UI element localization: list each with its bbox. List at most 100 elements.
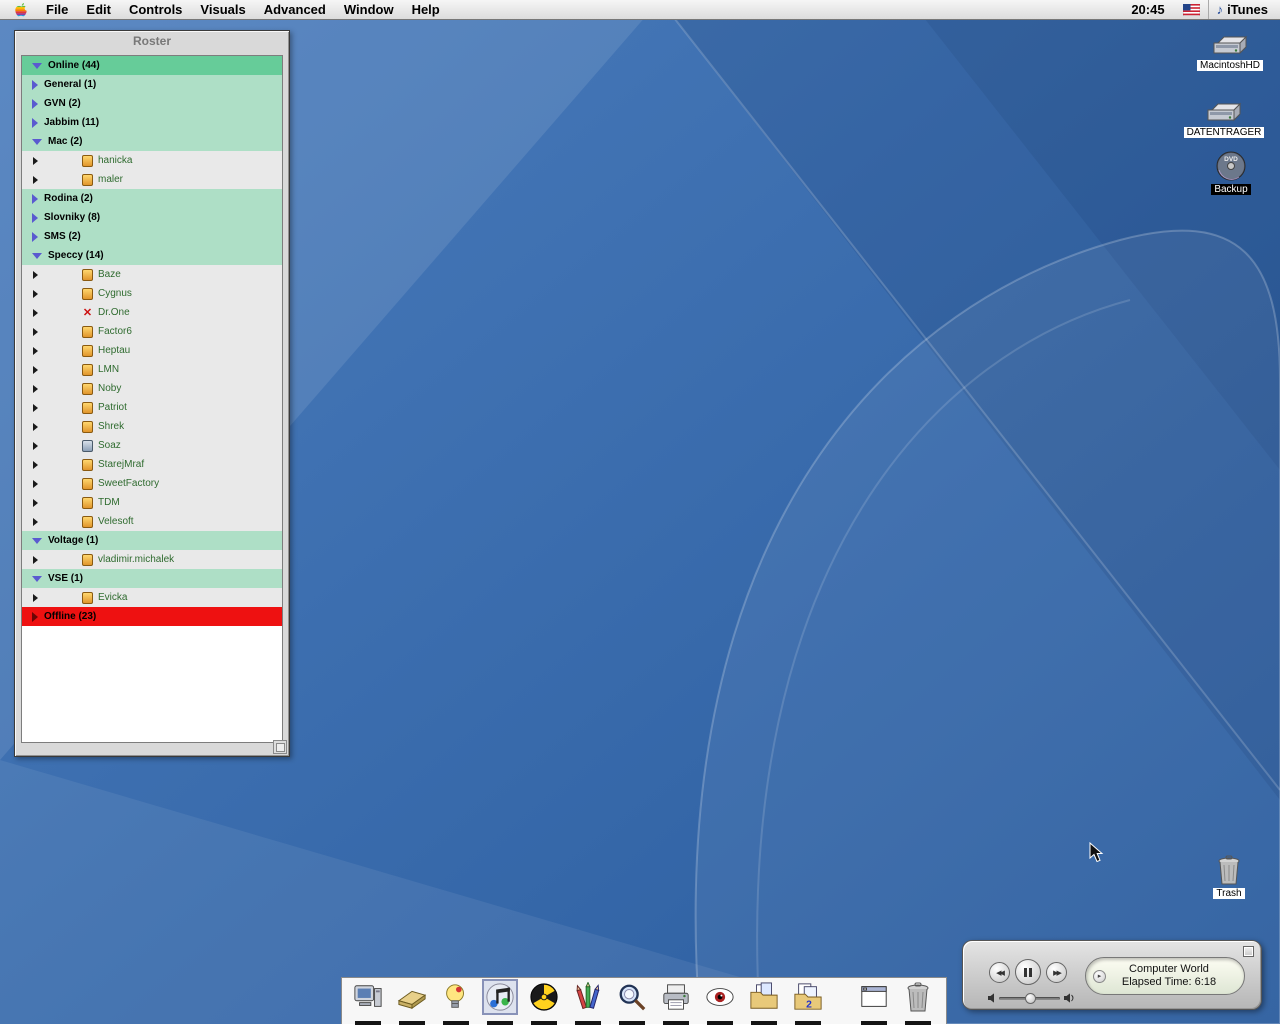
roster-window[interactable]: Roster Online (44)General (1)GVN (2)Jabb… xyxy=(14,30,290,757)
expand-arrow-icon[interactable] xyxy=(33,271,38,279)
contact-row-factor6[interactable]: Factor6 xyxy=(22,322,282,341)
group-row-mac-2[interactable]: Mac (2) xyxy=(22,132,282,151)
expand-arrow-icon[interactable] xyxy=(33,366,38,374)
contact-row-noby[interactable]: Noby xyxy=(22,379,282,398)
expand-arrow-icon[interactable] xyxy=(33,442,38,450)
contact-row-lmn[interactable]: LMN xyxy=(22,360,282,379)
group-row-general-1[interactable]: General (1) xyxy=(22,75,282,94)
contact-row-tdm[interactable]: TDM xyxy=(22,493,282,512)
expand-arrow-icon[interactable] xyxy=(32,80,38,90)
pause-button[interactable] xyxy=(1015,959,1041,985)
collapse-arrow-icon[interactable] xyxy=(32,139,42,145)
collapse-arrow-icon[interactable] xyxy=(32,576,42,582)
application-menu[interactable]: ♪ iTunes xyxy=(1208,0,1280,19)
menu-window[interactable]: Window xyxy=(335,0,403,20)
expand-arrow-icon[interactable] xyxy=(33,347,38,355)
launcher-item-documents-folder[interactable] xyxy=(742,980,786,1025)
launcher-item-computer[interactable] xyxy=(346,980,390,1025)
expand-arrow-icon[interactable] xyxy=(33,157,38,165)
menu-advanced[interactable]: Advanced xyxy=(255,0,335,20)
group-row-online-44[interactable]: Online (44) xyxy=(22,56,282,75)
group-row-speccy-14[interactable]: Speccy (14) xyxy=(22,246,282,265)
menu-file[interactable]: File xyxy=(37,0,77,20)
volume-slider-thumb[interactable] xyxy=(1025,993,1036,1004)
volume-slider[interactable] xyxy=(999,997,1060,1000)
launcher-item-eye[interactable] xyxy=(698,980,742,1025)
menu-visuals[interactable]: Visuals xyxy=(191,0,254,20)
resize-grip[interactable] xyxy=(273,740,287,754)
group-row-vse-1[interactable]: VSE (1) xyxy=(22,569,282,588)
group-row-rodina-2[interactable]: Rodina (2) xyxy=(22,189,282,208)
group-row-jabbim-11[interactable]: Jabbim (11) xyxy=(22,113,282,132)
expand-arrow-icon[interactable] xyxy=(33,499,38,507)
menu-help[interactable]: Help xyxy=(403,0,449,20)
desktop-icon-backup[interactable]: DVDBackup xyxy=(1190,150,1272,195)
expand-arrow-icon[interactable] xyxy=(33,328,38,336)
contact-row-velesoft[interactable]: Velesoft xyxy=(22,512,282,531)
contact-row-maler[interactable]: maler xyxy=(22,170,282,189)
expand-arrow-icon[interactable] xyxy=(32,99,38,109)
launcher-item-toxic-disc[interactable] xyxy=(522,980,566,1025)
group-row-offline-23[interactable]: Offline (23) xyxy=(22,607,282,626)
expand-arrow-icon[interactable] xyxy=(32,194,38,204)
contact-row-patriot[interactable]: Patriot xyxy=(22,398,282,417)
jabber-status-icon xyxy=(82,155,93,167)
contact-row-shrek[interactable]: Shrek xyxy=(22,417,282,436)
expand-arrow-icon[interactable] xyxy=(33,423,38,431)
menu-clock[interactable]: 20:45 xyxy=(1121,2,1174,17)
expand-arrow-icon[interactable] xyxy=(33,594,38,602)
desktop-icon-macintoshhd[interactable]: MacintoshHD xyxy=(1189,34,1271,71)
expand-arrow-icon[interactable] xyxy=(33,518,38,526)
launcher-item-pencils[interactable] xyxy=(566,980,610,1025)
contact-row-evicka[interactable]: Evicka xyxy=(22,588,282,607)
collapse-box[interactable] xyxy=(1243,946,1254,957)
expand-arrow-icon[interactable] xyxy=(33,176,38,184)
expand-arrow-icon[interactable] xyxy=(33,290,38,298)
contact-row-baze[interactable]: Baze xyxy=(22,265,282,284)
expand-arrow-icon[interactable] xyxy=(33,385,38,393)
expand-arrow-icon[interactable] xyxy=(32,213,38,223)
expand-arrow-icon[interactable] xyxy=(33,404,38,412)
launcher-item-trash[interactable] xyxy=(896,980,940,1025)
expand-arrow-icon[interactable] xyxy=(33,309,38,317)
group-row-gvn-2[interactable]: GVN (2) xyxy=(22,94,282,113)
roster-titlebar[interactable]: Roster xyxy=(15,31,289,52)
expand-arrow-icon[interactable] xyxy=(32,612,38,622)
launcher-item-lightbulb[interactable] xyxy=(434,980,478,1025)
itunes-controller-window[interactable]: ◀◀ ▶▶ ▸ Computer World Elapsed Time: 6:1… xyxy=(962,940,1262,1010)
launcher-item-documents-2[interactable]: 2 xyxy=(786,980,830,1025)
group-row-slovniky-8[interactable]: Slovniky (8) xyxy=(22,208,282,227)
collapse-arrow-icon[interactable] xyxy=(32,253,42,259)
launcher-item-magnifier[interactable] xyxy=(610,980,654,1025)
expand-arrow-icon[interactable] xyxy=(33,461,38,469)
collapse-arrow-icon[interactable] xyxy=(32,63,42,69)
group-row-voltage-1[interactable]: Voltage (1) xyxy=(22,531,282,550)
launcher-item-printer[interactable] xyxy=(654,980,698,1025)
collapse-arrow-icon[interactable] xyxy=(32,538,42,544)
desktop-icon-trash[interactable]: Trash xyxy=(1188,854,1270,899)
fast-forward-button[interactable]: ▶▶ xyxy=(1046,962,1067,983)
desktop-icon-datentrager[interactable]: DATENTRAGER xyxy=(1183,101,1265,138)
expand-arrow-icon[interactable] xyxy=(32,232,38,242)
menu-edit[interactable]: Edit xyxy=(77,0,120,20)
menu-controls[interactable]: Controls xyxy=(120,0,191,20)
launcher-item-tray[interactable] xyxy=(390,980,434,1025)
contact-row-dr-one[interactable]: ✕Dr.One xyxy=(22,303,282,322)
keyboard-layout-flag-icon[interactable] xyxy=(1175,4,1208,16)
rewind-button[interactable]: ◀◀ xyxy=(989,962,1010,983)
contact-row-cygnus[interactable]: Cygnus xyxy=(22,284,282,303)
contact-row-hanicka[interactable]: hanicka xyxy=(22,151,282,170)
playlist-button[interactable]: ▸ xyxy=(1093,970,1106,983)
apple-menu[interactable] xyxy=(0,2,37,17)
expand-arrow-icon[interactable] xyxy=(33,480,38,488)
launcher-item-window[interactable] xyxy=(852,980,896,1025)
expand-arrow-icon[interactable] xyxy=(32,118,38,128)
contact-row-soaz[interactable]: Soaz xyxy=(22,436,282,455)
contact-row-heptau[interactable]: Heptau xyxy=(22,341,282,360)
expand-arrow-icon[interactable] xyxy=(33,556,38,564)
launcher-item-itunes[interactable] xyxy=(478,980,522,1025)
contact-row-vladimir-michalek[interactable]: vladimir.michalek xyxy=(22,550,282,569)
contact-row-starejmraf[interactable]: StarejMraf xyxy=(22,455,282,474)
contact-row-sweetfactory[interactable]: SweetFactory xyxy=(22,474,282,493)
group-row-sms-2[interactable]: SMS (2) xyxy=(22,227,282,246)
